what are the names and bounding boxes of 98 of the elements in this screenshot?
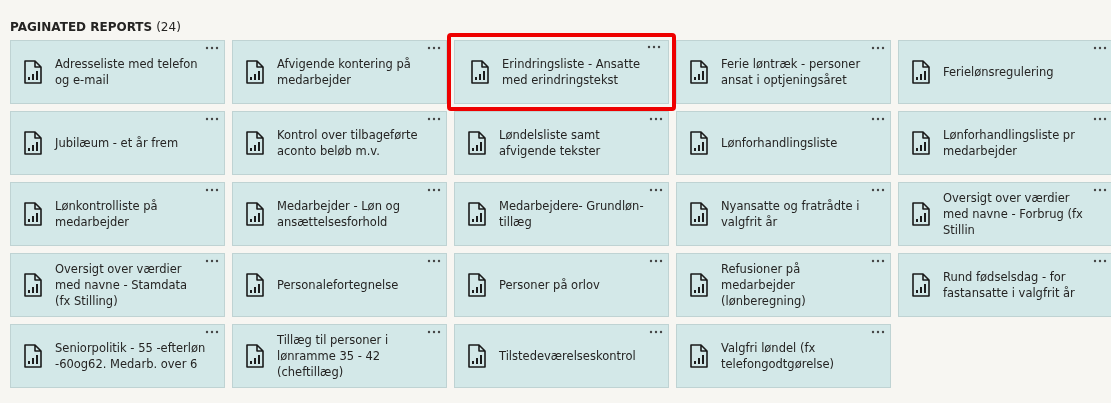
report-icon [245,273,265,297]
more-icon[interactable] [871,259,885,263]
report-icon [911,60,931,84]
report-title: Nyansatte og fratrådte i valgfrit år [721,198,861,230]
report-icon [467,131,487,155]
report-icon [689,273,709,297]
report-tile[interactable]: Tilstedeværelseskontrol [454,324,669,388]
report-tile[interactable]: Nyansatte og fratrådte i valgfrit år [676,182,891,246]
report-tile[interactable]: Tillæg til personer i lønramme 35 - 42 (cheftillæg) [232,324,447,388]
report-title: Kontrol over tilbageførte aconto beløb m.v. [277,127,419,159]
more-icon[interactable] [1093,188,1107,192]
report-title: Tilstedeværelseskontrol [499,348,637,364]
report-tile[interactable]: Løndelsliste samt afvigende tekster [454,111,669,175]
report-tile[interactable]: Personalefortegnelse [232,253,447,317]
more-icon[interactable] [205,46,219,50]
report-tile[interactable]: Jubilæum - et år frem [10,111,225,175]
report-tile[interactable]: Ferie løntræk - personer ansat i optjeningsåret [676,40,891,104]
more-icon[interactable] [205,330,219,334]
section-title: PAGINATED REPORTS [10,20,153,34]
report-title: Lønforhandlingsliste pr medarbejder [943,127,1076,159]
report-title: Refusioner på medarbejder (lønberegning) [721,261,807,309]
report-icon [911,131,931,155]
report-tile[interactable]: Medarbejdere- Grundløn-tillæg [454,182,669,246]
report-title: Rund fødselsdag - for fastansatte i valgfrit år [943,269,1076,301]
more-icon[interactable] [205,117,219,121]
report-title: Valgfri løndel (fx telefongodtgørelse) [721,340,835,372]
report-title: Løndelsliste samt afvigende tekster [499,127,602,159]
report-title: Tillæg til personer i lønramme 35 - 42 (cheftillæg) [277,332,390,380]
report-title: Erindringsliste - Ansatte med erindringstekst [502,56,641,88]
more-icon[interactable] [427,330,441,334]
more-icon[interactable] [205,188,219,192]
more-icon[interactable] [871,188,885,192]
report-title: Personer på orlov [499,277,601,293]
report-tile[interactable]: Oversigt over værdier med navne - Forbrug (fx Stillin [898,182,1111,246]
report-tile[interactable]: Rund fødselsdag - for fastansatte i valgfrit år [898,253,1111,317]
report-icon [23,131,43,155]
highlighted-report-tile[interactable]: Erindringsliste - Ansatte med erindringstekst [447,33,676,111]
report-icon [470,60,490,84]
more-icon[interactable] [871,46,885,50]
report-title: Medarbejdere- Grundløn-tillæg [499,198,645,230]
more-icon[interactable] [1093,46,1107,50]
report-title: Ferielønsregulering [943,64,1055,80]
report-tile[interactable]: Ferielønsregulering [898,40,1111,104]
more-icon[interactable] [871,330,885,334]
report-icon [911,273,931,297]
report-tile[interactable]: Lønkontrolliste på medarbejder [10,182,225,246]
report-tile[interactable]: Medarbejder - Løn og ansættelsesforhold [232,182,447,246]
report-tile[interactable]: Refusioner på medarbejder (lønberegning) [676,253,891,317]
report-icon [23,273,43,297]
report-icon [689,202,709,226]
report-icon [689,131,709,155]
report-icon [467,202,487,226]
more-icon[interactable] [1093,259,1107,263]
report-title: Oversigt over værdier med navne - Stamdata (fx Stilling) [55,261,189,309]
report-title: Oversigt over værdier med navne - Forbrug (fx Stillin [943,190,1084,238]
report-tile[interactable]: Valgfri løndel (fx telefongodtgørelse) [676,324,891,388]
report-title: Medarbejder - Løn og ansættelsesforhold [277,198,401,230]
more-icon[interactable] [427,117,441,121]
report-title: Ferie løntræk - personer ansat i optjeningsåret [721,56,862,88]
report-title: Personalefortegnelse [277,277,400,293]
more-icon[interactable] [871,117,885,121]
report-icon [245,202,265,226]
report-icon [467,273,487,297]
report-title: Afvigende kontering på medarbejder [277,56,412,88]
report-icon [23,202,43,226]
more-icon[interactable] [427,46,441,50]
report-tile[interactable]: Personer på orlov [454,253,669,317]
more-icon[interactable] [647,45,661,49]
more-icon[interactable] [649,330,663,334]
report-title: Seniorpolitik - 55 -efterløn -60og62. Medarb. over 6 [55,340,206,372]
more-icon[interactable] [649,188,663,192]
report-title: Lønforhandlingsliste [721,135,839,151]
report-icon [689,60,709,84]
report-tile[interactable]: Kontrol over tilbageførte aconto beløb m.v. [232,111,447,175]
report-tile[interactable]: Lønforhandlingsliste [676,111,891,175]
more-icon[interactable] [427,259,441,263]
more-icon[interactable] [649,117,663,121]
report-tile[interactable]: Oversigt over værdier med navne - Stamdata (fx Stilling) [10,253,225,317]
report-icon [23,60,43,84]
report-title: Jubilæum - et år frem [55,135,180,151]
more-icon[interactable] [205,259,219,263]
report-tile[interactable]: Lønforhandlingsliste pr medarbejder [898,111,1111,175]
report-icon [245,60,265,84]
report-tile[interactable]: Seniorpolitik - 55 -efterløn -60og62. Medarb. over 6 [10,324,225,388]
more-icon[interactable] [1093,117,1107,121]
report-icon [23,344,43,368]
report-tile[interactable]: Adresseliste med telefon og e-mail [10,40,225,104]
report-count: (24) [156,20,181,34]
report-icon [911,202,931,226]
report-icon [245,344,265,368]
report-icon [245,131,265,155]
report-tile[interactable]: Afvigende kontering på medarbejder [232,40,447,104]
more-icon[interactable] [649,259,663,263]
report-title: Lønkontrolliste på medarbejder [55,198,159,230]
report-title: Adresseliste med telefon og e-mail [55,56,199,88]
report-icon [689,344,709,368]
report-icon [467,344,487,368]
more-icon[interactable] [427,188,441,192]
